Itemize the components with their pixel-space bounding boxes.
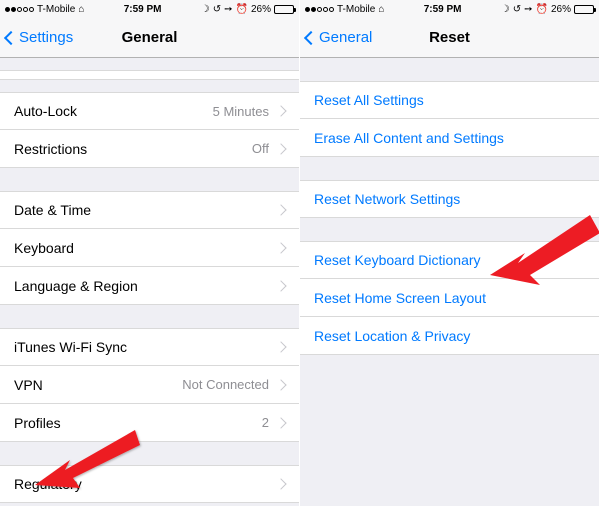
lock-rotation-icon: ↺ [213,4,221,15]
signal-dots-icon [305,7,334,12]
nav-bar: Settings General [0,18,299,58]
row-itunes-wifi[interactable]: iTunes Wi-Fi Sync [0,328,299,366]
status-bar: T-Mobile ⌂ 7:59 PM ☽ ↺ ➙ ⏰ 26% [0,0,299,18]
row-label: Auto-Lock [14,103,77,119]
status-time: 7:59 PM [424,4,462,15]
signal-dots-icon [5,7,34,12]
carrier-label: T-Mobile [337,4,375,15]
chevron-right-icon [275,280,286,291]
row-erase-all[interactable]: Erase All Content and Settings [300,119,599,157]
row-label: Reset All Settings [314,92,424,108]
row-keyboard[interactable]: Keyboard [0,229,299,267]
row-value: Not Connected [182,377,269,392]
wifi-icon: ⌂ [378,4,384,15]
row-reset-location-privacy[interactable]: Reset Location & Privacy [300,317,599,355]
carrier-label: T-Mobile [37,4,75,15]
moon-icon: ☽ [501,4,510,15]
row-label: Date & Time [14,202,91,218]
battery-pct: 26% [251,4,271,15]
row-autolock[interactable]: Auto-Lock 5 Minutes [0,92,299,130]
row-restrictions[interactable]: Restrictions Off [0,130,299,168]
status-time: 7:59 PM [124,4,162,15]
location-icon: ➙ [224,4,232,15]
battery-icon [274,5,294,14]
annotation-arrow-icon [35,420,145,500]
row-label: Restrictions [14,141,87,157]
status-right: ☽ ↺ ➙ ⏰ 26% [201,4,294,15]
alarm-icon: ⏰ [236,4,248,15]
status-left: T-Mobile ⌂ [5,4,84,15]
chevron-right-icon [275,341,286,352]
annotation-arrow-icon [490,215,600,305]
battery-pct: 26% [551,4,571,15]
status-left: T-Mobile ⌂ [305,4,384,15]
row-label: Reset Keyboard Dictionary [314,252,481,268]
row-label: Reset Home Screen Layout [314,290,486,306]
moon-icon: ☽ [201,4,210,15]
row-label: iTunes Wi-Fi Sync [14,339,127,355]
row-language-region[interactable]: Language & Region [0,267,299,305]
phone-general: T-Mobile ⌂ 7:59 PM ☽ ↺ ➙ ⏰ 26% Settings … [0,0,300,506]
wifi-icon: ⌂ [78,4,84,15]
status-right: ☽ ↺ ➙ ⏰ 26% [501,4,594,15]
row-label: Keyboard [14,240,74,256]
nav-back-button[interactable]: General [300,29,372,46]
nav-back-label: Settings [19,29,73,46]
location-icon: ➙ [524,4,532,15]
row-value: Off [252,141,269,156]
chevron-right-icon [275,204,286,215]
alarm-icon: ⏰ [536,4,548,15]
chevron-right-icon [275,379,286,390]
chevron-left-icon [304,30,318,44]
chevron-right-icon [275,105,286,116]
nav-back-button[interactable]: Settings [0,29,73,46]
row-reset-network[interactable]: Reset Network Settings [300,180,599,218]
row-label: VPN [14,377,43,393]
nav-back-label: General [319,29,372,46]
chevron-right-icon [275,143,286,154]
row-datetime[interactable]: Date & Time [0,191,299,229]
nav-bar: General Reset [300,18,599,58]
row-vpn[interactable]: VPN Not Connected [0,366,299,404]
chevron-right-icon [275,417,286,428]
row-label: Reset Location & Privacy [314,328,470,344]
chevron-left-icon [4,30,18,44]
chevron-right-icon [275,242,286,253]
row-value: 2 [262,415,269,430]
status-bar: T-Mobile ⌂ 7:59 PM ☽ ↺ ➙ ⏰ 26% [300,0,599,18]
row-label: Erase All Content and Settings [314,130,504,146]
row-value: 5 Minutes [213,104,269,119]
lock-rotation-icon: ↺ [513,4,521,15]
phone-reset: T-Mobile ⌂ 7:59 PM ☽ ↺ ➙ ⏰ 26% General R… [300,0,600,506]
row-label: Reset Network Settings [314,191,460,207]
chevron-right-icon [275,478,286,489]
row-label: Language & Region [14,278,138,294]
row-reset-all-settings[interactable]: Reset All Settings [300,81,599,119]
battery-icon [574,5,594,14]
